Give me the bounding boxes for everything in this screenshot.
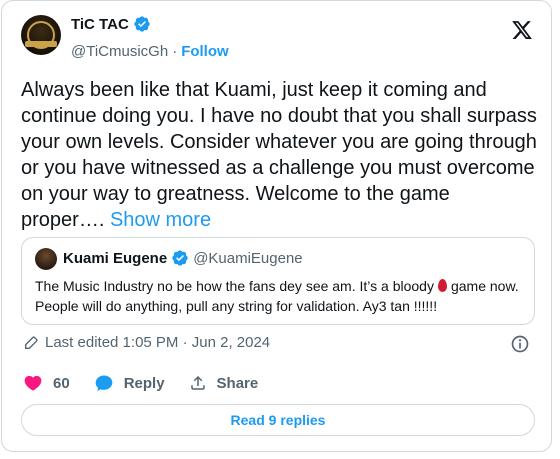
drop-of-blood-icon: [437, 279, 447, 292]
heart-icon: [24, 375, 42, 391]
reply-button[interactable]: Reply: [94, 373, 165, 393]
quoted-tweet[interactable]: Kuami Eugene @KuamiEugene The Music Indu…: [21, 237, 535, 325]
quoted-author-name: Kuami Eugene: [63, 249, 168, 267]
tweet-text-content: Always been like that Kuami, just keep i…: [21, 79, 537, 231]
tweet-text: Always been like that Kuami, just keep i…: [21, 77, 537, 233]
action-bar: 60 Reply Share: [23, 373, 282, 393]
chat-bubble-icon: [95, 375, 113, 391]
separator-dot: ·: [172, 43, 178, 60]
author-avatar[interactable]: [21, 15, 61, 55]
share-label: Share: [216, 374, 259, 392]
tweet-card[interactable]: TiC TAC @TiCmusicGh · Follow Always been…: [1, 0, 552, 452]
quoted-text-before: The Music Industry no be how the fans de…: [35, 278, 434, 294]
share-icon: [190, 375, 205, 390]
verified-badge-icon: [172, 250, 188, 266]
author-handle[interactable]: @TiCmusicGh: [71, 43, 168, 60]
read-replies-button[interactable]: Read 9 replies: [21, 404, 535, 436]
show-more-link[interactable]: Show more: [110, 209, 211, 231]
quoted-author-handle: @KuamiEugene: [193, 249, 303, 267]
edited-info-row[interactable]: Last edited 1:05 PM · Jun 2, 2024: [23, 334, 270, 351]
edited-timestamp[interactable]: Last edited 1:05 PM · Jun 2, 2024: [45, 334, 270, 351]
info-icon[interactable]: [510, 334, 530, 354]
like-button[interactable]: 60: [23, 373, 70, 393]
reply-label: Reply: [123, 374, 165, 392]
like-count: 60: [53, 374, 70, 392]
x-logo-icon[interactable]: [511, 19, 533, 41]
quoted-author-avatar: [35, 248, 57, 270]
author-name-row: TiC TAC: [71, 15, 151, 33]
author-handle-row: @TiCmusicGh · Follow: [71, 43, 229, 60]
verified-badge-icon: [134, 16, 150, 32]
quoted-tweet-text: The Music Industry no be how the fans de…: [35, 276, 523, 316]
author-display-name[interactable]: TiC TAC: [71, 16, 129, 33]
pencil-icon: [25, 335, 38, 349]
follow-button[interactable]: Follow: [181, 43, 229, 60]
share-button[interactable]: Share: [189, 374, 259, 392]
quoted-author-row: Kuami Eugene @KuamiEugene: [63, 249, 303, 267]
